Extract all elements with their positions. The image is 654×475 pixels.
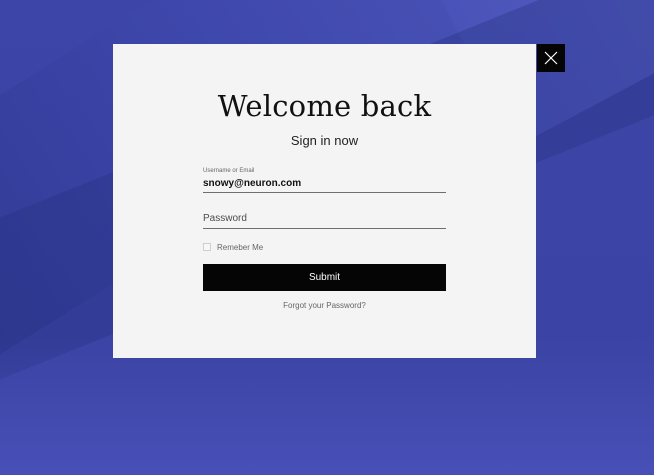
username-underline [203, 192, 446, 193]
password-field[interactable]: Password [203, 210, 446, 229]
close-button[interactable] [537, 44, 565, 72]
modal-title: Welcome back [217, 89, 432, 123]
forgot-password-link[interactable]: Forgot your Password? [113, 301, 536, 310]
username-label: Username or Email [203, 168, 255, 174]
password-underline [203, 228, 446, 229]
submit-button[interactable]: Submit [203, 264, 446, 291]
username-value[interactable]: snowy@neuron.com [203, 175, 446, 192]
sign-in-modal: Welcome back Sign in now Username or Ema… [113, 44, 536, 358]
remember-checkbox[interactable] [203, 243, 211, 251]
password-placeholder[interactable]: Password [203, 210, 446, 228]
close-icon [544, 51, 558, 65]
modal-subtitle: Sign in now [290, 133, 359, 148]
remember-me[interactable]: Remeber Me [203, 241, 263, 253]
username-field[interactable]: Username or Email snowy@neuron.com [203, 167, 446, 193]
remember-label: Remeber Me [217, 242, 264, 252]
